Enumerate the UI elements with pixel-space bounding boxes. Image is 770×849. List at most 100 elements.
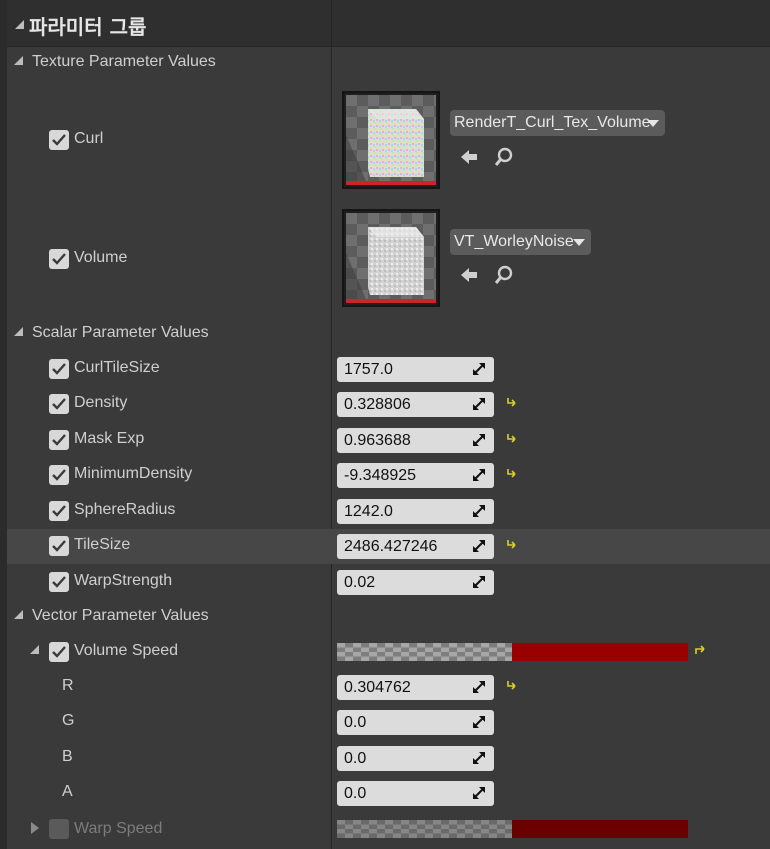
tilesize-value: 2486.427246	[344, 538, 438, 555]
check-icon	[52, 398, 66, 410]
arrow-left-icon[interactable]	[458, 264, 480, 286]
warp-speed-color-swatch[interactable]	[337, 820, 688, 838]
magnifier-icon[interactable]	[493, 146, 515, 168]
volume-speed-label: Volume Speed	[74, 642, 179, 659]
volume-texture-thumbnail[interactable]	[342, 209, 440, 307]
volume-speed-b-value-field[interactable]: 0.0	[337, 746, 494, 771]
volume-asset-combo[interactable]: VT_WorleyNoise	[450, 229, 591, 255]
curl-label: Curl	[74, 130, 104, 147]
tilesize-checkbox[interactable]	[49, 536, 69, 556]
volume-speed-a-value-field[interactable]: 0.0	[337, 781, 494, 806]
density-checkbox[interactable]	[49, 394, 69, 414]
density-label: Density	[74, 394, 128, 411]
mask-exp-value-field[interactable]: 0.963688	[337, 428, 494, 453]
volume-asset-name: VT_WorleyNoise	[454, 233, 574, 250]
reset-to-default-icon[interactable]	[505, 679, 517, 691]
warp-speed-expand-icon[interactable]	[31, 822, 39, 834]
curltilesize-label: CurlTileSize	[74, 359, 160, 376]
volume-checkbox[interactable]	[49, 249, 69, 269]
check-icon	[52, 363, 66, 375]
texture-section-collapse-icon[interactable]	[14, 56, 23, 65]
drag-handle-icon[interactable]	[472, 539, 486, 553]
minimumdensity-value-field[interactable]: -9.348925	[337, 463, 494, 488]
minimumdensity-checkbox[interactable]	[49, 465, 69, 485]
parameter-groups-title: 파라미터 그룹	[29, 15, 147, 39]
drag-handle-icon[interactable]	[472, 786, 486, 800]
check-icon	[52, 576, 66, 588]
curl-texture-preview	[346, 95, 436, 181]
check-icon	[52, 646, 66, 658]
reset-to-default-icon[interactable]	[505, 538, 517, 550]
drag-handle-icon[interactable]	[472, 397, 486, 411]
minimumdensity-value: -9.348925	[344, 467, 417, 484]
curl-texture-status-bar	[346, 181, 436, 185]
texture-section-label: Texture Parameter Values	[32, 53, 216, 70]
scalar-section-collapse-icon[interactable]	[14, 327, 23, 336]
check-icon	[52, 540, 66, 552]
curl-checkbox[interactable]	[49, 130, 69, 150]
curltilesize-checkbox[interactable]	[49, 359, 69, 379]
drag-handle-icon[interactable]	[472, 680, 486, 694]
sphereradius-value: 1242.0	[344, 503, 393, 520]
check-icon	[52, 469, 66, 481]
volume-speed-b-value: 0.0	[344, 750, 367, 767]
collapse-arrow-icon[interactable]	[15, 20, 24, 29]
sphereradius-value-field[interactable]: 1242.0	[337, 499, 494, 524]
drag-handle-icon[interactable]	[472, 504, 486, 518]
reset-to-default-icon[interactable]	[694, 645, 706, 657]
warpstrength-checkbox[interactable]	[49, 572, 69, 592]
volume-texture-status-bar	[346, 299, 436, 303]
drag-handle-icon[interactable]	[472, 575, 486, 589]
volume-speed-checkbox[interactable]	[49, 642, 69, 662]
sphereradius-checkbox[interactable]	[49, 501, 69, 521]
warp-speed-checkbox[interactable]	[49, 819, 69, 839]
warpstrength-value: 0.02	[344, 574, 376, 591]
curltilesize-value: 1757.0	[344, 361, 393, 378]
check-icon	[52, 434, 66, 446]
mask-exp-label: Mask Exp	[74, 430, 145, 447]
warpstrength-label: WarpStrength	[74, 572, 173, 589]
volume-speed-a-label: A	[62, 783, 73, 800]
volume-speed-collapse-icon[interactable]	[30, 645, 39, 654]
tilesize-label: TileSize	[74, 536, 131, 553]
drag-handle-icon[interactable]	[472, 715, 486, 729]
reset-to-default-icon[interactable]	[505, 432, 517, 444]
scalar-section-label: Scalar Parameter Values	[32, 324, 209, 341]
volume-speed-r-label: R	[62, 677, 74, 694]
arrow-left-icon[interactable]	[458, 146, 480, 168]
density-value-field[interactable]: 0.328806	[337, 392, 494, 417]
mask-exp-checkbox[interactable]	[49, 430, 69, 450]
mask-exp-value: 0.963688	[344, 432, 411, 449]
drag-handle-icon[interactable]	[472, 468, 486, 482]
curl-asset-name: RenderT_Curl_Tex_Volume	[454, 114, 651, 131]
drag-handle-icon[interactable]	[472, 751, 486, 765]
drag-handle-icon[interactable]	[472, 362, 486, 376]
volume-speed-color-swatch[interactable]	[337, 643, 688, 661]
tilesize-value-field[interactable]: 2486.427246	[337, 534, 494, 559]
volume-speed-r-value-field[interactable]: 0.304762	[337, 675, 494, 700]
curl-texture-thumbnail[interactable]	[342, 91, 440, 189]
volume-speed-b-label: B	[62, 748, 73, 765]
vector-section-collapse-icon[interactable]	[14, 610, 23, 619]
curltilesize-value-field[interactable]: 1757.0	[337, 357, 494, 382]
density-value: 0.328806	[344, 396, 411, 413]
details-panel: 파라미터 그룹 Texture Parameter Values Curl Re…	[0, 0, 770, 849]
volume-speed-g-value: 0.0	[344, 714, 367, 731]
reset-to-default-icon[interactable]	[505, 467, 517, 479]
curl-asset-combo[interactable]: RenderT_Curl_Tex_Volume	[450, 110, 665, 136]
warpstrength-value-field[interactable]: 0.02	[337, 570, 494, 595]
volume-speed-a-value: 0.0	[344, 785, 367, 802]
dropdown-arrow-icon	[647, 120, 659, 127]
vector-section-label: Vector Parameter Values	[32, 607, 209, 624]
parameter-groups-header[interactable]: 파라미터 그룹	[7, 0, 770, 47]
check-icon	[52, 253, 66, 265]
check-icon	[52, 134, 66, 146]
volume-speed-g-value-field[interactable]: 0.0	[337, 710, 494, 735]
reset-to-default-icon[interactable]	[505, 396, 517, 408]
volume-label: Volume	[74, 249, 128, 266]
volume-texture-preview	[346, 213, 436, 299]
magnifier-icon[interactable]	[493, 264, 515, 286]
column-divider[interactable]	[331, 0, 332, 849]
sphereradius-label: SphereRadius	[74, 501, 176, 518]
drag-handle-icon[interactable]	[472, 433, 486, 447]
